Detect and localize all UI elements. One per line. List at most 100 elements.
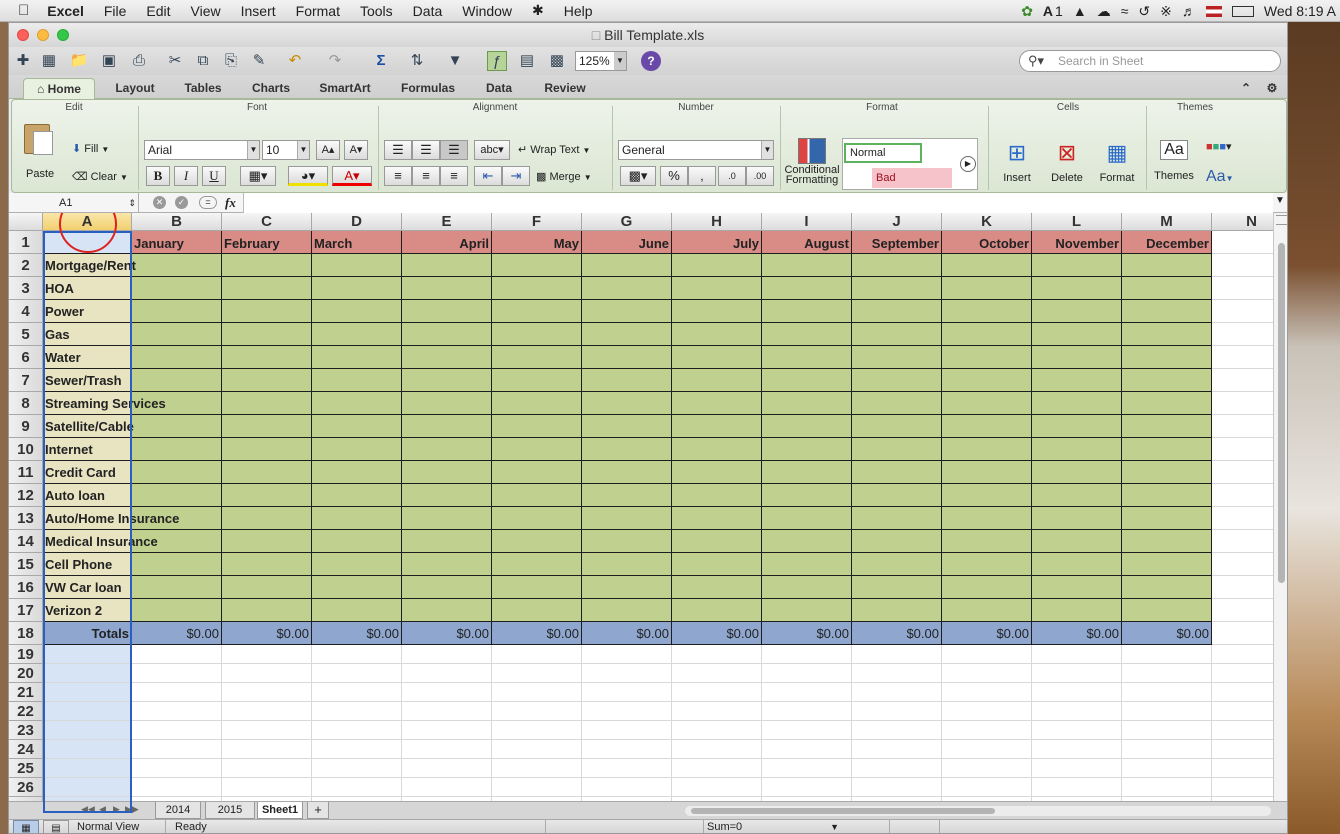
cell[interactable] [762,484,852,507]
cell[interactable] [402,300,492,323]
cell[interactable] [222,645,312,664]
cell[interactable] [1212,323,1273,346]
cell[interactable] [492,392,582,415]
cell[interactable] [1212,622,1273,645]
column-header-h[interactable]: H [672,213,762,231]
cell[interactable] [672,415,762,438]
cell[interactable] [762,254,852,277]
cell[interactable] [402,721,492,740]
cell[interactable]: January [132,231,222,254]
cell[interactable] [132,553,222,576]
cell[interactable] [43,759,132,778]
cell[interactable] [672,461,762,484]
menubar-clock[interactable]: Wed 8:19 A [1264,3,1336,19]
menu-edit[interactable]: Edit [136,3,180,19]
cell[interactable] [1122,702,1212,721]
cell[interactable] [762,277,852,300]
cell[interactable] [942,369,1032,392]
cell[interactable] [942,300,1032,323]
cell[interactable] [1122,778,1212,797]
align-middle-icon[interactable]: ☰ [412,140,440,160]
cell[interactable] [942,645,1032,664]
cell[interactable] [672,778,762,797]
cell[interactable] [1032,254,1122,277]
cell[interactable] [402,346,492,369]
row-header[interactable]: 16 [9,576,43,599]
decrease-decimal-icon[interactable]: .00 [746,166,774,186]
cell[interactable] [492,645,582,664]
zoom-window-icon[interactable] [57,29,69,41]
cell[interactable] [1032,415,1122,438]
cell[interactable] [582,277,672,300]
cell[interactable] [402,461,492,484]
cell[interactable] [582,599,672,622]
cell[interactable] [672,507,762,530]
cell[interactable] [672,254,762,277]
first-sheet-icon[interactable]: ◀◀ [81,804,95,815]
cell[interactable] [222,277,312,300]
cell[interactable] [1122,664,1212,683]
cell[interactable] [762,507,852,530]
cell[interactable] [672,721,762,740]
help-icon[interactable]: ? [641,51,661,71]
cell[interactable]: Totals [43,622,132,645]
align-center-icon[interactable]: ≡ [412,166,440,186]
cell[interactable] [492,599,582,622]
new-workbook-icon[interactable]: ✚ [13,51,33,71]
cell[interactable] [1212,759,1273,778]
cell[interactable] [672,740,762,759]
cell[interactable] [942,507,1032,530]
decrease-font-size-icon[interactable]: A▾ [344,140,368,160]
cell[interactable] [942,683,1032,702]
cell[interactable] [402,438,492,461]
cell[interactable] [222,254,312,277]
cell[interactable] [1122,740,1212,759]
cell[interactable] [942,553,1032,576]
row-header[interactable]: 10 [9,438,43,461]
cell[interactable] [222,346,312,369]
cell[interactable] [1122,576,1212,599]
cell[interactable]: $0.00 [852,622,942,645]
row-header[interactable]: 1 [9,231,43,254]
cell[interactable] [1212,740,1273,759]
cell[interactable] [1212,664,1273,683]
cell[interactable] [1212,369,1273,392]
cell[interactable]: Streaming Services [43,392,166,415]
font-color-icon[interactable]: A▾ [332,166,372,186]
cell[interactable] [1212,702,1273,721]
cell[interactable] [672,530,762,553]
menu-tools[interactable]: Tools [350,3,403,19]
cell[interactable] [1032,759,1122,778]
cell[interactable] [222,507,312,530]
cell[interactable] [402,484,492,507]
column-header-n[interactable]: N [1212,213,1273,231]
cell[interactable] [312,484,402,507]
confirm-entry-icon[interactable]: ✓ [175,196,188,209]
ribbon-settings-icon[interactable]: ⚙ [1261,78,1283,99]
cell[interactable] [222,599,312,622]
row-header[interactable]: 25 [9,759,43,778]
cell[interactable] [492,415,582,438]
cell[interactable] [222,759,312,778]
cut-icon[interactable]: ✂ [165,51,185,71]
cell[interactable] [1122,683,1212,702]
cell[interactable] [672,683,762,702]
cell[interactable] [1032,277,1122,300]
cell[interactable] [762,576,852,599]
cell[interactable] [1212,461,1273,484]
cell[interactable] [132,438,222,461]
cell[interactable] [942,576,1032,599]
cell[interactable] [1212,277,1273,300]
cell[interactable] [1032,740,1122,759]
cell[interactable]: November [1032,231,1122,254]
tab-formulas[interactable]: Formulas [391,78,465,99]
cell[interactable] [312,702,402,721]
cell[interactable] [492,759,582,778]
cell[interactable] [582,778,672,797]
cell[interactable] [582,664,672,683]
themes-button[interactable]: Aa Themes [1152,140,1196,182]
cell[interactable] [1122,346,1212,369]
paste-button[interactable]: Paste [16,118,66,184]
cell[interactable] [852,683,942,702]
notification-icon[interactable]: ▲ [1073,3,1087,19]
